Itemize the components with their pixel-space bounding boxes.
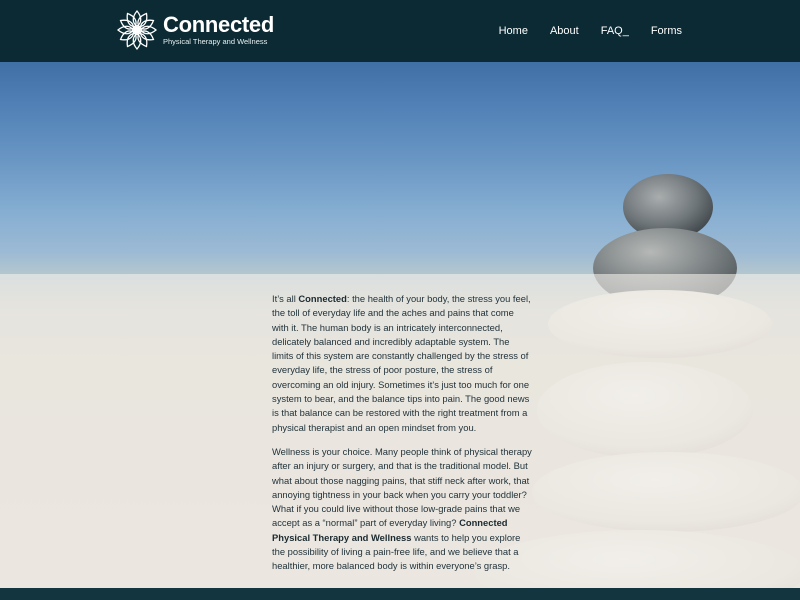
nav-forms[interactable]: Forms	[651, 25, 682, 37]
paragraph-connected: It’s all Connected: the health of your b…	[272, 293, 531, 433]
lotus-logo-icon	[116, 9, 158, 51]
logo-text: Connected Physical Therapy and Wellness	[163, 14, 274, 46]
site-header: Connected Physical Therapy and Wellness …	[0, 0, 800, 62]
brand-highlight: Connected	[298, 293, 347, 304]
footer-strip	[0, 588, 800, 600]
brand-tagline: Physical Therapy and Wellness	[163, 37, 268, 47]
nav-about[interactable]: About	[550, 25, 579, 37]
logo[interactable]: Connected Physical Therapy and Wellness	[115, 8, 274, 52]
brand-name: Connected	[163, 12, 274, 38]
nav-home[interactable]: Home	[499, 25, 528, 37]
intro-text: It’s all Connected: the health of your b…	[272, 292, 532, 584]
main-nav: Home About FAQ_ Forms	[499, 25, 682, 37]
nav-faq[interactable]: FAQ_	[601, 25, 629, 37]
paragraph-wellness: Wellness is your choice. Many people thi…	[272, 445, 532, 572]
